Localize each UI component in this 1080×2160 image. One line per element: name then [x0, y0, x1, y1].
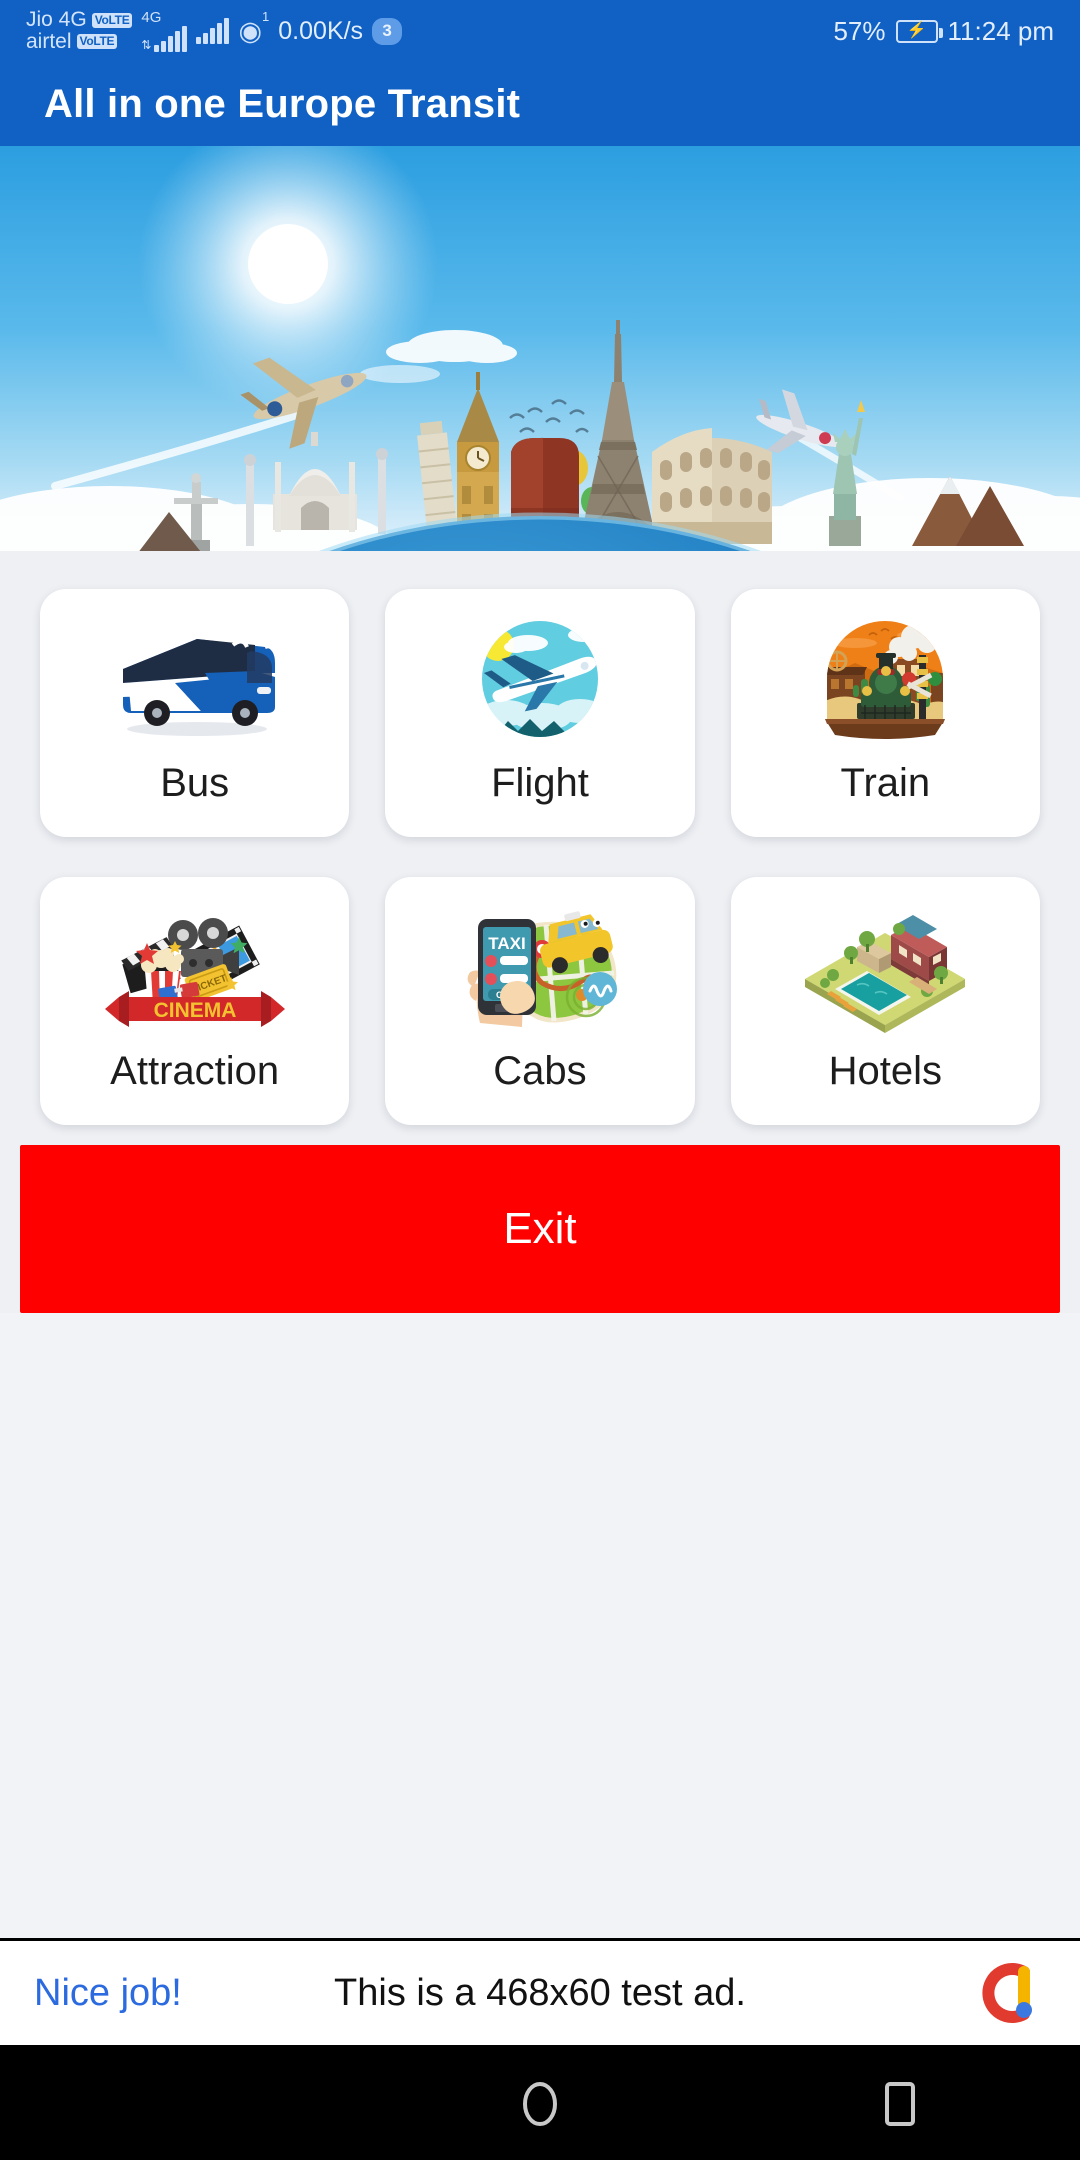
hotspot-icon: ◉1	[238, 8, 270, 46]
android-nav-bar	[0, 2048, 1080, 2160]
back-icon	[165, 2078, 195, 2130]
service-card-label: Train	[840, 761, 931, 805]
admob-logo-icon	[980, 1960, 1046, 2026]
ad-banner[interactable]: Nice job! This is a 468x60 test ad.	[0, 1938, 1080, 2048]
service-card-bus[interactable]: Bus	[40, 589, 350, 837]
exit-button-container: Exit	[0, 1125, 1080, 1313]
service-grid: Bus Flight Train TICKET CINEMA Attractio…	[40, 589, 1040, 1125]
taxi-app-icon: TAXI CALL	[450, 895, 630, 1045]
train-icon	[795, 607, 975, 757]
service-card-label: Cabs	[493, 1049, 587, 1093]
service-card-label: Hotels	[828, 1049, 943, 1093]
status-bar: Jio 4G VoLTE airtel VoLTE 4G ⇅ ◉1 0.00K/…	[0, 0, 1080, 62]
status-bar-left: Jio 4G VoLTE airtel VoLTE 4G ⇅ ◉1 0.00K/…	[26, 8, 403, 53]
battery-charging-icon: ⚡	[895, 19, 943, 43]
hotel-resort-icon	[795, 895, 975, 1045]
service-card-cabs[interactable]: TAXI CALL Cabs	[385, 877, 695, 1125]
home-button[interactable]	[465, 2048, 615, 2160]
taxi-screen-text: TAXI	[488, 934, 525, 953]
service-card-label: Attraction	[110, 1049, 280, 1093]
exit-button[interactable]: Exit	[20, 1145, 1060, 1313]
carrier-labels: Jio 4G VoLTE airtel VoLTE	[26, 8, 133, 53]
carrier-1-volte-badge: VoLTE	[91, 12, 133, 28]
signal-icon-sim2	[196, 18, 230, 44]
recents-button[interactable]	[825, 2048, 975, 2160]
ad-headline: Nice job!	[34, 1971, 182, 2014]
page-title: All in one Europe Transit	[44, 81, 521, 126]
service-card-hotels[interactable]: Hotels	[730, 877, 1040, 1125]
service-card-train[interactable]: Train	[730, 589, 1040, 837]
cinema-ribbon-text: CINEMA	[153, 999, 236, 1022]
content-spacer	[0, 1313, 1080, 1938]
data-arrows-icon: ⇅	[141, 38, 152, 52]
service-card-label: Flight	[491, 761, 589, 805]
notification-count-badge: 3	[372, 17, 403, 45]
service-grid-container: Bus Flight Train TICKET CINEMA Attractio…	[0, 551, 1080, 1125]
carrier-2-volte-badge: VoLTE	[76, 34, 118, 50]
status-bar-right: 57% ⚡ 11:24 pm	[833, 16, 1054, 47]
flight-icon	[450, 607, 630, 757]
service-card-label: Bus	[160, 761, 230, 805]
carrier-2-label: airtel	[26, 30, 72, 53]
carrier-1-label: Jio 4G	[26, 8, 87, 32]
data-speed-label: 0.00K/s	[278, 16, 364, 45]
back-button[interactable]	[105, 2048, 255, 2160]
app-bar: All in one Europe Transit	[0, 62, 1080, 146]
clock-label: 11:24 pm	[947, 15, 1054, 46]
home-icon	[523, 2082, 557, 2126]
recents-icon	[885, 2082, 915, 2126]
service-card-flight[interactable]: Flight	[385, 589, 695, 837]
service-card-attraction[interactable]: TICKET CINEMA Attraction	[40, 877, 350, 1125]
phone-screen: Jio 4G VoLTE airtel VoLTE 4G ⇅ ◉1 0.00K/…	[0, 0, 1080, 2160]
signal-icon-sim1: 4G ⇅	[141, 10, 188, 52]
battery-percent-label: 57%	[833, 15, 886, 46]
hero-illustration	[0, 146, 1080, 551]
cinema-icon: TICKET CINEMA	[104, 895, 285, 1045]
hero-banner	[0, 146, 1080, 551]
bus-icon	[105, 607, 285, 757]
